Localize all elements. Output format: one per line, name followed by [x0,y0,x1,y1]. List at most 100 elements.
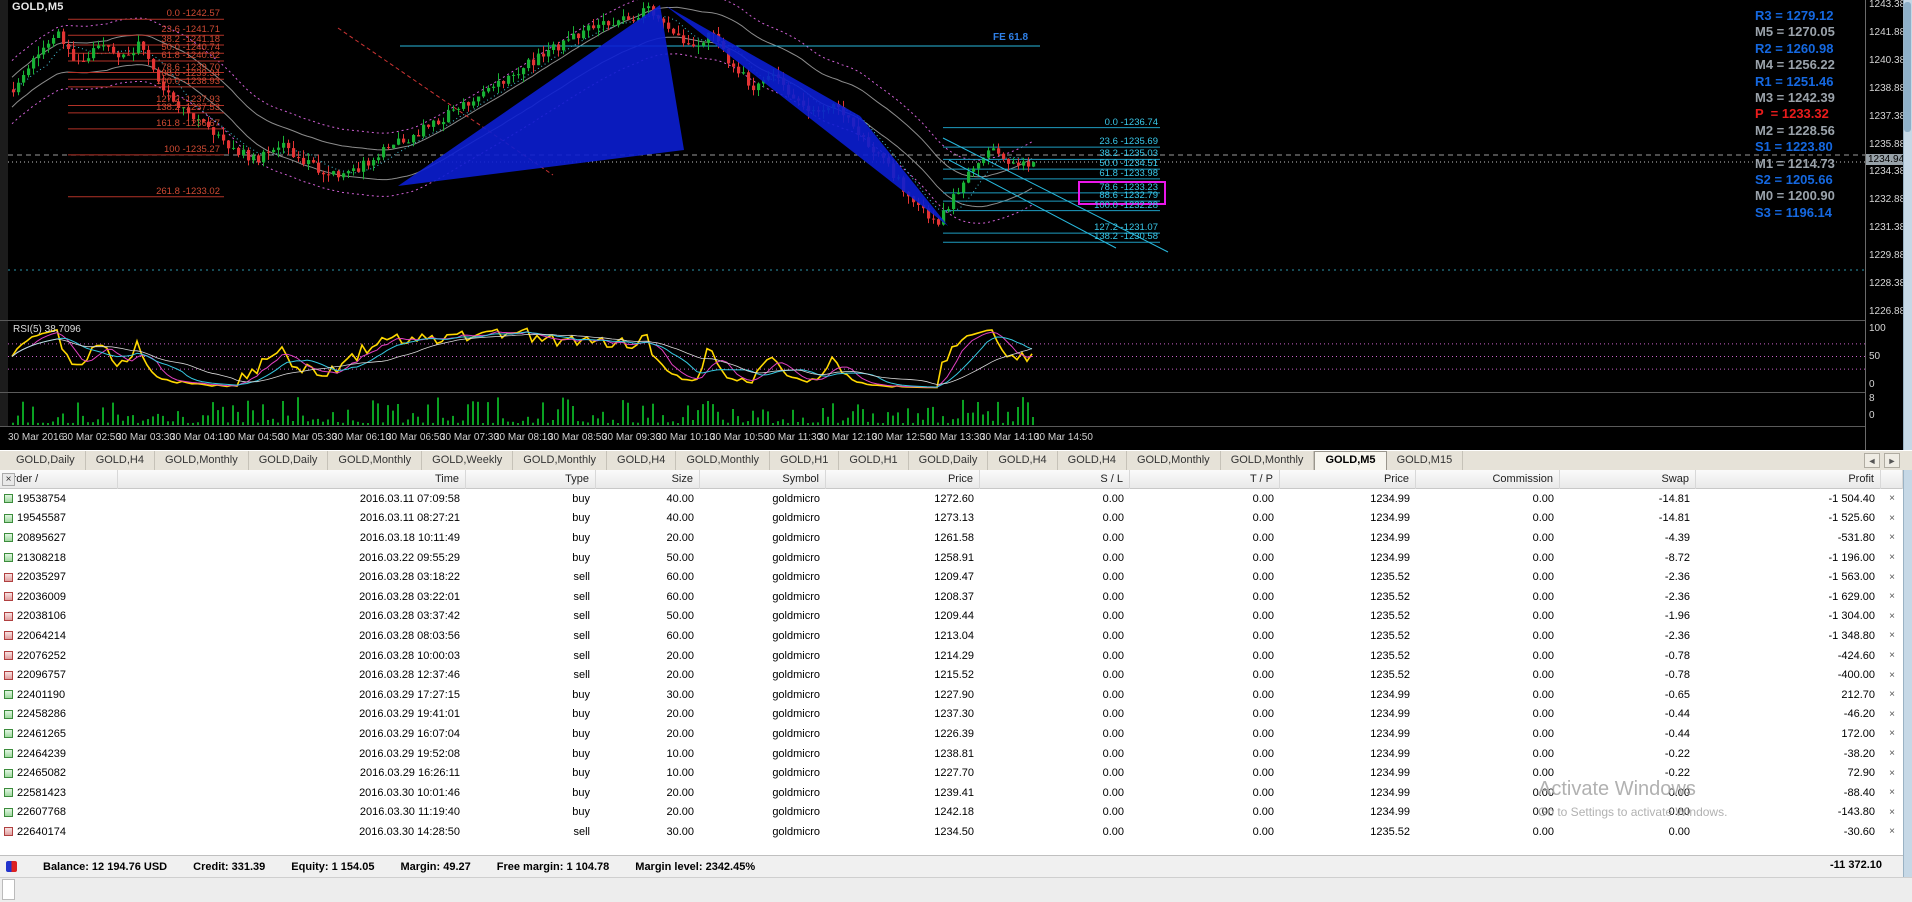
rsi-indicator-pane[interactable]: RSI(5) 38.7096 [8,322,1865,392]
chart-tab-gold-monthly[interactable]: GOLD,Monthly [676,451,771,470]
chart-tab-gold-h1[interactable]: GOLD,H1 [770,451,840,470]
time-cell: 2016.03.29 16:26:11 [359,767,460,780]
column-header-price[interactable]: Price [826,470,980,489]
commission-cell: 0.00 [1532,727,1554,740]
commission-cell: 0.00 [1532,688,1554,701]
trade-row[interactable]: 22096757 2016.03.28 12:37:46 sell 20.00 gold… [0,665,1903,685]
close-order-button[interactable]: × [1881,768,1903,779]
total-profit-value: -11 372.10 [1830,859,1882,871]
trade-row[interactable]: 22038106 2016.03.28 03:37:42 sell 50.00 gold… [0,607,1903,627]
chart-tab-gold-daily[interactable]: GOLD,Daily [909,451,989,470]
symbol-cell: goldmicro [772,825,820,838]
chart-tab-gold-monthly[interactable]: GOLD,Monthly [155,451,249,470]
trade-row[interactable]: 19538754 2016.03.11 07:09:58 buy 40.00 goldm… [0,489,1903,509]
time-cell: 2016.03.28 08:03:56 [359,629,460,642]
price2-cell: 1234.99 [1370,531,1410,544]
trade-row[interactable]: 22036009 2016.03.28 03:22:01 sell 60.00 gold… [0,587,1903,607]
volume-indicator-pane[interactable] [8,394,1865,426]
column-header-swap[interactable]: Swap [1560,470,1696,489]
chart-tab-gold-h4[interactable]: GOLD,H4 [988,451,1058,470]
chart-tab-gold-h4[interactable]: GOLD,H4 [1058,451,1127,470]
chart-tab-gold-monthly[interactable]: GOLD,Monthly [513,451,608,470]
trade-row[interactable]: 22064214 2016.03.28 08:03:56 sell 60.00 gold… [0,626,1903,646]
trade-row[interactable]: 22035297 2016.03.28 03:18:22 sell 60.00 gold… [0,567,1903,587]
price-cell: 1215.52 [934,669,974,682]
close-order-button[interactable]: × [1881,591,1903,602]
chart-tab-gold-m15[interactable]: GOLD,M15 [1387,451,1464,470]
close-toolbox-button[interactable]: × [2,473,15,486]
close-order-button[interactable]: × [1881,670,1903,681]
tp-cell: 0.00 [1252,571,1274,584]
close-order-button[interactable]: × [1881,689,1903,700]
trade-row[interactable]: 22640174 2016.03.30 14:28:50 sell 30.00 gold… [0,822,1903,842]
trade-row[interactable]: 22458286 2016.03.29 19:41:01 buy 20.00 goldm… [0,705,1903,725]
close-order-button[interactable]: × [1881,748,1903,759]
close-order-button[interactable]: × [1881,532,1903,543]
trade-row[interactable]: 22076252 2016.03.28 10:00:03 sell 20.00 gold… [0,646,1903,666]
pane-separator[interactable] [0,392,1903,393]
commission-cell: 0.00 [1532,669,1554,682]
commission-cell: 0.00 [1532,512,1554,525]
rsi-scale-label: 100 [1869,323,1886,334]
symbol-cell: goldmicro [772,571,820,584]
time-axis[interactable]: 30 Mar 2016 30 Mar 02:50 30 Mar 03:30 30 Ma… [0,427,1903,450]
column-header-profit[interactable]: Profit [1696,470,1881,489]
close-order-button[interactable]: × [1881,611,1903,622]
trade-row[interactable]: 19545587 2016.03.11 08:27:21 buy 40.00 goldm… [0,509,1903,529]
chart-tab-gold-monthly[interactable]: GOLD,Monthly [1127,451,1221,470]
column-header-price[interactable]: Price [1280,470,1416,489]
close-order-button[interactable]: × [1881,807,1903,818]
close-order-button[interactable]: × [1881,826,1903,837]
column-header-s-l[interactable]: S / L [980,470,1130,489]
scrollbar-thumb[interactable] [1904,2,1911,132]
close-order-button[interactable]: × [1881,709,1903,720]
tab-scroll-left-button[interactable]: ◄ [1864,453,1880,468]
size-cell: 50.00 [666,610,694,623]
type-cell: buy [572,688,590,701]
chart-tab-gold-h4[interactable]: GOLD,H4 [86,451,155,470]
pane-separator[interactable] [0,320,1903,321]
close-order-button[interactable]: × [1881,493,1903,504]
column-header-type[interactable]: Type [466,470,596,489]
chart-tab-gold-daily[interactable]: GOLD,Daily [249,451,329,470]
trade-row[interactable]: 21308218 2016.03.22 09:55:29 buy 50.00 goldm… [0,548,1903,568]
trade-row[interactable]: 22401190 2016.03.29 17:27:15 buy 30.00 goldm… [0,685,1903,705]
chart-tab-gold-h4[interactable]: GOLD,H4 [607,451,677,470]
close-order-button[interactable]: × [1881,572,1903,583]
symbol-cell: goldmicro [772,747,820,760]
time-label: 30 Mar 12:50 [872,432,931,443]
order-cell: 22064214 [0,630,118,642]
time-label: 30 Mar 14:10 [980,432,1039,443]
column-header-symbol[interactable]: Symbol [700,470,826,489]
column-header-t-p[interactable]: T / P [1130,470,1280,489]
chart-tab-gold-daily[interactable]: GOLD,Daily [6,451,86,470]
close-order-button[interactable]: × [1881,650,1903,661]
chart-tab-gold-m5[interactable]: GOLD,M5 [1314,451,1387,470]
time-cell: 2016.03.29 19:41:01 [359,708,460,721]
chart-tab-gold-weekly[interactable]: GOLD,Weekly [422,451,514,470]
trade-row[interactable]: 22461265 2016.03.29 16:07:04 buy 20.00 goldm… [0,724,1903,744]
close-order-button[interactable]: × [1881,552,1903,563]
close-order-button[interactable]: × [1881,513,1903,524]
close-order-button[interactable]: × [1881,728,1903,739]
close-order-button[interactable]: × [1881,787,1903,798]
candlestick-canvas[interactable] [8,0,1865,320]
time-label: 30 Mar 06:50 [386,432,445,443]
price-axis[interactable]: 1243.38 1241.88 1240.38 1238.88 1237.38 1235.… [1865,0,1906,450]
tab-scroll-right-button[interactable]: ► [1884,453,1900,468]
sl-cell: 0.00 [1102,806,1124,819]
column-header-order-[interactable]: Order / [0,470,118,489]
price-tick-label: 1235.88 [1869,138,1906,150]
chart-tab-gold-h1[interactable]: GOLD,H1 [839,451,909,470]
panel-vertical-tab[interactable] [2,879,15,900]
column-header-size[interactable]: Size [596,470,700,489]
chart-tab-gold-monthly[interactable]: GOLD,Monthly [328,451,423,470]
trade-row[interactable]: 20895627 2016.03.18 10:11:49 buy 20.00 goldm… [0,528,1903,548]
chart-tab-gold-monthly[interactable]: GOLD,Monthly [1221,451,1315,470]
main-price-chart[interactable]: GOLD,M5 FE 61.8 R3 = 1279.12 M5 = 1270.05… [8,0,1865,320]
close-order-button[interactable]: × [1881,630,1903,641]
pivot-level-m2: M2 = 1228.56 [1755,122,1835,138]
trade-row[interactable]: 22464239 2016.03.29 19:52:08 buy 10.00 goldm… [0,744,1903,764]
column-header-commission[interactable]: Commission [1416,470,1560,489]
column-header-time[interactable]: Time [118,470,466,489]
